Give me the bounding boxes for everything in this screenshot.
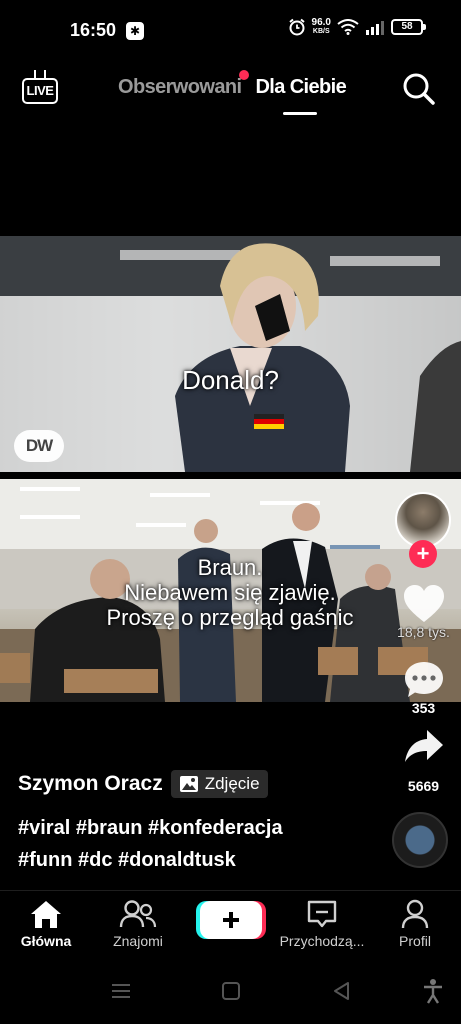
heart-icon xyxy=(403,585,444,622)
system-navigation-bar xyxy=(0,962,461,1024)
status-icons: 96.0 KB/S 58 xyxy=(288,17,426,36)
battery-icon: 58 xyxy=(391,19,426,35)
photo-mode-badge: Zdjęcie xyxy=(170,770,268,798)
photo-1-caption: Donald? xyxy=(182,365,279,395)
nav-inbox[interactable]: Przychodzą... xyxy=(272,899,372,949)
like-button[interactable]: 18,8 tys. xyxy=(386,584,461,640)
nav-profile-label: Profil xyxy=(399,933,431,949)
photo-1-scene xyxy=(0,236,461,472)
top-navigation: LIVE Obserwowani Dla Ciebie xyxy=(0,60,461,120)
sound-disc-icon[interactable] xyxy=(392,812,448,868)
comment-count: 353 xyxy=(411,700,436,716)
image-icon xyxy=(179,776,198,792)
nav-friends[interactable]: Znajomi xyxy=(102,899,174,949)
hashtags-line-2: #funn #dc #donaldtusk xyxy=(18,849,236,871)
caption-line-1: Braun. xyxy=(197,555,263,580)
hashtags-line-1: #viral #braun #konfederacja xyxy=(18,817,283,839)
inbox-icon xyxy=(307,900,337,928)
nav-profile[interactable]: Profil xyxy=(385,899,445,949)
share-icon xyxy=(404,730,443,762)
comment-icon xyxy=(404,662,443,697)
system-home-icon[interactable] xyxy=(222,982,240,1000)
tab-following-label: Obserwowani xyxy=(118,76,242,98)
photo-2-caption: Braun. Niebawem się zjawię. Proszę o prz… xyxy=(40,555,420,630)
nav-inbox-label: Przychodzą... xyxy=(279,933,365,949)
post-photo-1[interactable]: Donald? DW xyxy=(0,236,461,472)
author-name[interactable]: Szymon Oracz xyxy=(18,772,163,796)
follow-plus-button[interactable]: + xyxy=(409,540,437,568)
author-row: Szymon Oracz Zdjęcie xyxy=(18,770,268,798)
back-icon[interactable] xyxy=(330,980,352,1002)
share-button[interactable]: 5669 xyxy=(386,726,461,794)
tab-following[interactable]: Obserwowani xyxy=(118,70,250,99)
like-count: 18,8 tys. xyxy=(397,624,450,640)
notification-app-icon: ✱ xyxy=(126,22,144,40)
caption-line-2: Niebawem się zjawię. xyxy=(124,580,336,605)
create-post-button[interactable] xyxy=(200,901,262,939)
notification-dot xyxy=(239,70,250,80)
network-speed: 96.0 KB/S xyxy=(311,17,331,36)
share-count: 5669 xyxy=(407,778,440,794)
nav-home[interactable]: Główna xyxy=(10,899,82,949)
tab-for-you-label: Dla Ciebie xyxy=(255,76,347,98)
photo-badge-label: Zdjęcie xyxy=(204,774,260,793)
recents-icon[interactable] xyxy=(112,984,130,998)
profile-icon xyxy=(401,899,429,929)
search-icon[interactable] xyxy=(402,72,436,106)
clock: 16:50 xyxy=(70,20,117,40)
live-label: LIVE xyxy=(22,78,58,104)
tab-for-you[interactable]: Dla Ciebie xyxy=(255,76,347,115)
accessibility-icon[interactable] xyxy=(422,978,444,1004)
wifi-icon xyxy=(337,19,359,35)
post-description[interactable]: #viral #braun #konfederacja #funn #dc #d… xyxy=(18,812,378,876)
bottom-navigation: Główna Znajomi Przychodzą... Profil xyxy=(0,890,461,962)
active-tab-indicator xyxy=(283,112,318,115)
home-icon xyxy=(31,901,61,928)
comment-button[interactable]: 353 xyxy=(386,660,461,716)
feed-tabs: Obserwowani Dla Ciebie xyxy=(118,70,347,115)
caption-line-3: Proszę o przegląd gaśnic xyxy=(106,605,354,630)
dw-watermark-logo: DW xyxy=(14,430,64,462)
alarm-icon xyxy=(288,18,305,36)
friends-icon xyxy=(119,900,157,928)
signal-icon xyxy=(366,21,384,35)
nav-home-label: Główna xyxy=(20,933,72,949)
nav-friends-label: Znajomi xyxy=(113,933,163,949)
status-bar: 16:50 ✱ 96.0 KB/S 58 xyxy=(0,0,461,60)
live-icon[interactable]: LIVE xyxy=(22,70,60,106)
